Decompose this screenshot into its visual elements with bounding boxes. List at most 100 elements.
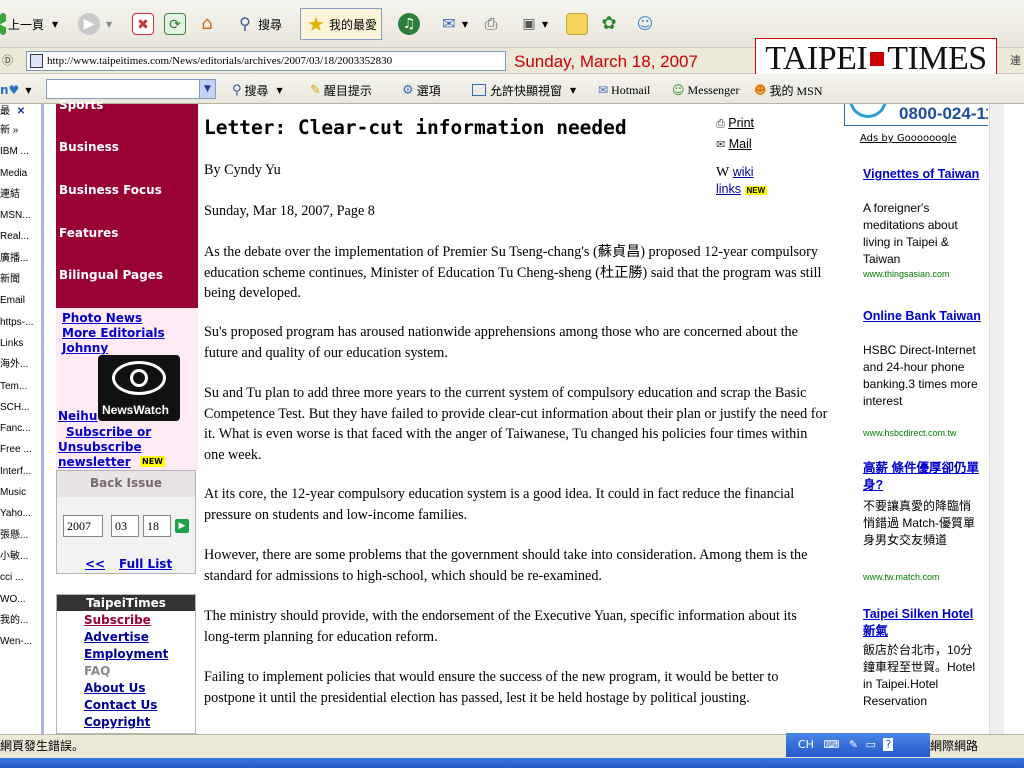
- phone-banner[interactable]: 0800-024-111: [844, 104, 988, 126]
- my-msn-button[interactable]: ☻ 我的 MSN: [754, 80, 823, 100]
- favorites-item[interactable]: https-...: [0, 312, 41, 333]
- chevron-down-icon[interactable]: ▼: [277, 86, 283, 95]
- edit-button[interactable]: ▣ ▼: [518, 10, 548, 38]
- more-editorials-link[interactable]: More Editorials: [62, 326, 165, 340]
- favorites-item[interactable]: 張懸...: [0, 525, 41, 546]
- forward-button[interactable]: ▶ ▼: [78, 10, 112, 38]
- favorites-item[interactable]: WO...: [0, 589, 41, 610]
- year-select[interactable]: 2007: [63, 515, 103, 537]
- mail-button[interactable]: ✉ ▼: [438, 10, 468, 38]
- favorites-item[interactable]: SCH...: [0, 397, 41, 418]
- media-button[interactable]: ♫: [398, 10, 420, 38]
- language-bar[interactable]: CH ⌨ ✎ ▭ ?: [786, 733, 930, 757]
- messenger-toolbar-button[interactable]: ☺ Messenger: [672, 80, 740, 100]
- go-arrow-icon[interactable]: ▶: [175, 519, 189, 533]
- neihu-link[interactable]: Neihu: [58, 409, 97, 423]
- print-link[interactable]: ⎙ Print: [716, 116, 754, 131]
- nav-item-bilingual-pages[interactable]: Bilingual Pages: [59, 268, 163, 282]
- favorites-item[interactable]: MSN...: [0, 205, 41, 226]
- page-scrollbar[interactable]: [989, 104, 1004, 734]
- highlight-button[interactable]: ✎ 醒目提示: [310, 80, 372, 100]
- day-select[interactable]: 18: [143, 515, 171, 537]
- faq-link[interactable]: FAQ: [84, 664, 110, 678]
- chevron-down-icon[interactable]: ▼: [199, 80, 215, 98]
- home-button[interactable]: ⌂: [196, 10, 218, 38]
- messenger-button[interactable]: ☺: [634, 10, 656, 38]
- full-list-link[interactable]: Full List: [119, 557, 172, 571]
- hotmail-button[interactable]: ✉ Hotmail: [598, 80, 650, 100]
- close-icon[interactable]: ✕: [17, 106, 25, 117]
- favorites-item[interactable]: cci ...: [0, 567, 41, 588]
- newsletter-link[interactable]: newsletter: [58, 455, 131, 469]
- keyboard-icon[interactable]: ⌨: [823, 738, 839, 751]
- chevron-down-icon[interactable]: ▼: [106, 20, 112, 29]
- favorites-item[interactable]: Email: [0, 290, 41, 311]
- ad-title-2[interactable]: Online Bank Taiwan: [863, 308, 981, 325]
- favorites-item[interactable]: Wen-...: [0, 631, 41, 652]
- options-button[interactable]: ⚙ 選項: [402, 80, 441, 100]
- msn-logo-button[interactable]: n♥ ▼: [0, 80, 31, 100]
- favorites-item[interactable]: Real...: [0, 226, 41, 247]
- favorites-item[interactable]: Tem...: [0, 376, 41, 397]
- favorites-item[interactable]: 新 »: [0, 120, 41, 141]
- ad-url-1[interactable]: www.thingsasian.com: [863, 269, 950, 279]
- nav-item-sports[interactable]: Sports: [59, 98, 103, 112]
- previous-link[interactable]: <<: [85, 557, 105, 571]
- contact-us-link[interactable]: Contact Us: [84, 698, 157, 712]
- advertise-link[interactable]: Advertise: [84, 630, 149, 644]
- search-button[interactable]: ⚲ 搜尋: [234, 10, 282, 38]
- chevron-down-icon[interactable]: ▼: [52, 20, 58, 29]
- msn-butterfly-button[interactable]: ✿: [598, 10, 620, 38]
- favorites-item[interactable]: Interf...: [0, 461, 41, 482]
- favorites-item[interactable]: 小敏...: [0, 546, 41, 567]
- favorites-button[interactable]: ★ 我的最愛: [300, 8, 383, 40]
- chevron-down-icon[interactable]: ▼: [462, 20, 468, 29]
- chevron-down-icon[interactable]: ▼: [570, 86, 576, 95]
- ads-by-google[interactable]: Ads by Goooooogle: [860, 133, 957, 144]
- folder-button[interactable]: [566, 10, 588, 38]
- nav-item-features[interactable]: Features: [59, 226, 118, 240]
- month-select[interactable]: 03: [111, 515, 139, 537]
- back-button[interactable]: ◀ 上一頁 ▼: [0, 10, 58, 38]
- address-input[interactable]: http://www.taipeitimes.com/News/editoria…: [26, 51, 506, 71]
- mail-link[interactable]: ✉ Mail: [716, 137, 752, 151]
- photo-news-link[interactable]: Photo News: [62, 311, 142, 325]
- ad-url-2[interactable]: www.hsbcdirect.com.tw: [863, 428, 957, 438]
- stop-button[interactable]: ✖: [132, 10, 154, 38]
- ad-title-3[interactable]: 高薪 條件優厚卻仍單身?: [863, 460, 981, 494]
- favorites-item[interactable]: Free ...: [0, 439, 41, 460]
- favorites-item[interactable]: IBM ...: [0, 141, 41, 162]
- chevron-down-icon[interactable]: ▼: [542, 20, 548, 29]
- nav-item-business[interactable]: Business: [59, 140, 119, 154]
- copyright-link[interactable]: Copyright: [84, 715, 150, 729]
- msn-search-input[interactable]: ▼: [46, 79, 216, 99]
- nav-item-business-focus[interactable]: Business Focus: [59, 183, 162, 197]
- favorites-item[interactable]: 連結: [0, 184, 41, 205]
- ad-title-4[interactable]: Taipei Silken Hotel 新氣: [863, 606, 981, 640]
- favorites-item[interactable]: Music: [0, 482, 41, 503]
- favorites-item[interactable]: 廣播...: [0, 248, 41, 269]
- msn-search-button[interactable]: ⚲ 搜尋 ▼: [232, 80, 283, 100]
- favorites-item[interactable]: Media: [0, 163, 41, 184]
- employment-link[interactable]: Employment: [84, 647, 168, 661]
- subscribe-footer-link[interactable]: Subscribe: [84, 613, 151, 627]
- unsubscribe-link[interactable]: Unsubscribe: [58, 440, 142, 454]
- subscribe-link[interactable]: Subscribe or: [66, 425, 151, 439]
- newswatch-badge[interactable]: NewsWatch: [98, 355, 180, 421]
- ime-icon[interactable]: ▭: [866, 738, 876, 751]
- about-us-link[interactable]: About Us: [84, 681, 145, 695]
- favorites-item[interactable]: 新聞: [0, 269, 41, 290]
- popup-blocker-button[interactable]: 允許快顯視窗 ▼: [472, 80, 576, 100]
- ad-title-1[interactable]: Vignettes of Taiwan: [863, 166, 981, 183]
- favorites-item[interactable]: 我的...: [0, 610, 41, 631]
- print-button[interactable]: ⎙: [480, 10, 502, 38]
- favorites-item[interactable]: Fanc...: [0, 418, 41, 439]
- refresh-button[interactable]: ⟳: [164, 10, 186, 38]
- favorites-item[interactable]: Yaho...: [0, 503, 41, 524]
- favorites-item[interactable]: Links: [0, 333, 41, 354]
- johnny-link[interactable]: Johnny: [62, 341, 108, 355]
- ad-url-3[interactable]: www.tw.match.com: [863, 572, 940, 582]
- help-icon[interactable]: ?: [883, 738, 894, 751]
- pen-icon[interactable]: ✎: [849, 738, 858, 751]
- favorites-item[interactable]: 海外...: [0, 354, 41, 375]
